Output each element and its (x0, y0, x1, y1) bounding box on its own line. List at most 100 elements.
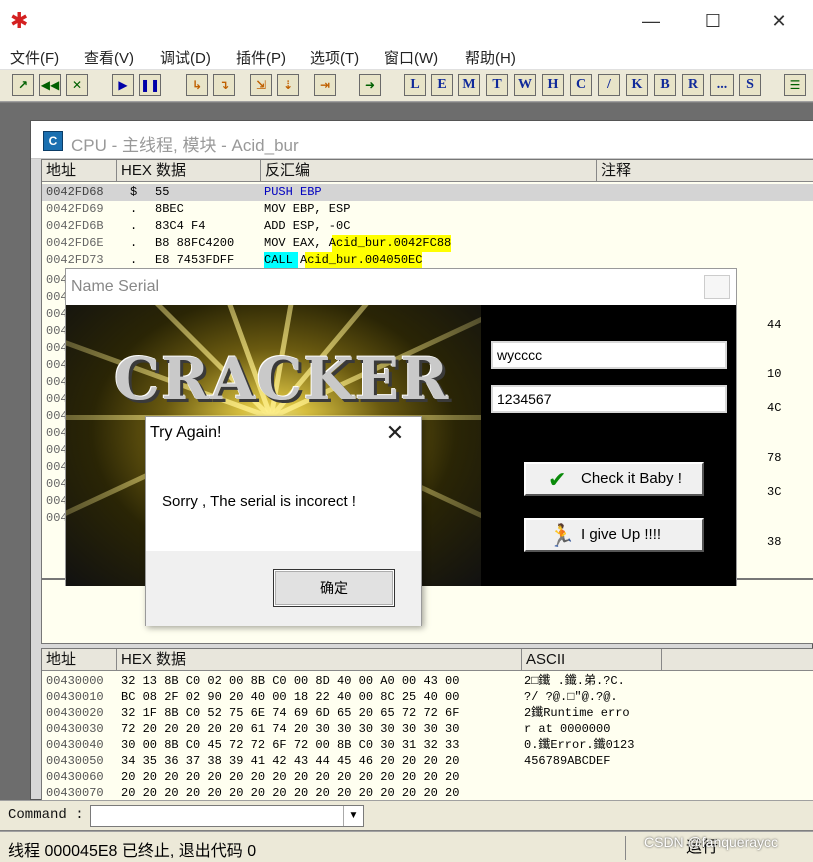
try-again-title: Try Again! (150, 424, 222, 441)
cpu-button[interactable]: C (570, 74, 592, 96)
name-serial-panel: ✔ Check it Baby ! 🏃 I give Up !!!! (481, 305, 736, 586)
executables-button[interactable]: E (431, 74, 453, 96)
step-over-icon[interactable]: ↴ (213, 74, 235, 96)
watermark: CSDN @fanqueraycc (644, 834, 779, 850)
patches-button[interactable]: / (598, 74, 620, 96)
call-stack-button[interactable]: K (626, 74, 648, 96)
run-trace-button[interactable]: ... (710, 74, 734, 96)
col-header-comment[interactable]: 注释 (597, 160, 813, 182)
references-button[interactable]: R (682, 74, 704, 96)
dump-address: 00430000 (46, 674, 104, 688)
windows-button[interactable]: W (514, 74, 536, 96)
dump-hex: 34 35 36 37 38 39 41 42 43 44 45 46 20 2… (121, 754, 460, 768)
chevron-down-icon[interactable]: ▼ (343, 806, 363, 826)
trace-over-icon[interactable]: ⇣ (277, 74, 299, 96)
log-window-button[interactable]: L (404, 74, 426, 96)
dump-hex: 20 20 20 20 20 20 20 20 20 20 20 20 20 2… (121, 770, 460, 784)
breakpoints-button[interactable]: B (654, 74, 676, 96)
trace-into-icon[interactable]: ⇲ (250, 74, 272, 96)
cpu-title-bar: C CPU - 主线程, 模块 - Acid_bur (31, 121, 813, 159)
ok-button[interactable]: 确定 (273, 569, 395, 607)
dump-ascii: ?/ ?@.□"@.?@. (524, 690, 618, 704)
comment-fragment: 44 (767, 318, 782, 332)
dump-hex: 32 1F 8B C0 52 75 6E 74 69 6D 65 20 65 7… (121, 706, 460, 720)
dump-address: 00430070 (46, 786, 104, 800)
dump-row[interactable]: 00430060 20 20 20 20 20 20 20 20 20 20 20… (42, 769, 813, 785)
menu-window[interactable]: 窗口(W) (384, 47, 438, 68)
dump-hex: 72 20 20 20 20 20 61 74 20 30 30 30 30 3… (121, 722, 460, 736)
serial-input[interactable] (491, 385, 727, 413)
running-man-icon: 🏃 (548, 523, 576, 548)
cpu-icon: C (43, 131, 63, 151)
dump-row[interactable]: 00430070 20 20 20 20 20 20 20 20 20 20 20… (42, 785, 813, 800)
comment-fragment: 4C (767, 401, 782, 415)
dump-header-ascii[interactable]: ASCII (522, 649, 662, 671)
pause-icon[interactable]: ❚❚ (139, 74, 161, 96)
dump-pane[interactable]: 地址 HEX 数据 ASCII 00430000 32 13 8B C0 02 0… (41, 648, 813, 801)
close-button[interactable]: ✕ (756, 6, 802, 36)
dump-row[interactable]: 00430040 30 00 8B C0 45 72 72 6F 72 00 8B… (42, 737, 813, 753)
dump-hex: 32 13 8B C0 02 00 8B C0 00 8D 40 00 A0 0… (121, 674, 460, 688)
execute-till-return-icon[interactable]: ⇥ (314, 74, 336, 96)
step-into-icon[interactable]: ↳ (186, 74, 208, 96)
maximize-button[interactable]: ☐ (690, 6, 736, 36)
memory-map-button[interactable]: M (458, 74, 480, 96)
close-program-icon[interactable]: ✕ (66, 74, 88, 96)
menu-options[interactable]: 选项(T) (310, 47, 359, 68)
check-it-baby-button[interactable]: ✔ Check it Baby ! (524, 462, 704, 496)
dump-hex: BC 08 2F 02 90 20 40 00 18 22 40 00 8C 2… (121, 690, 460, 704)
dump-ascii: 2□鑯 .鑯.弟.?C. (524, 674, 625, 688)
threads-button[interactable]: T (486, 74, 508, 96)
name-serial-title-bar: Name Serial (66, 269, 736, 305)
dump-row[interactable]: 00430020 32 1F 8B C0 52 75 6E 74 69 6D 65… (42, 705, 813, 721)
dump-header-empty (662, 649, 813, 671)
run-icon[interactable]: ▶ (112, 74, 134, 96)
menu-bar: 文件(F) 查看(V) 调试(D) 插件(P) 选项(T) 窗口(W) 帮助(H… (0, 42, 813, 70)
command-label: Command : (8, 807, 84, 823)
dump-address: 00430060 (46, 770, 104, 784)
goto-icon[interactable]: ➜ (359, 74, 381, 96)
list-icon[interactable]: ☰ (784, 74, 806, 96)
disasm-row[interactable]: 0042FD73. E8 7453FDFF CALL Acid_bur.004050… (42, 252, 813, 269)
status-text: 线程 000045E8 已终止, 退出代码 0 (8, 843, 257, 860)
i-give-up-button[interactable]: 🏃 I give Up !!!! (524, 518, 704, 552)
disasm-row[interactable]: 0042FD68 $55 PUSH EBP (42, 184, 813, 201)
comment-fragment: 10 (767, 367, 782, 381)
dump-header-hex[interactable]: HEX 数据 (117, 649, 522, 671)
dump-address: 00430010 (46, 690, 104, 704)
menu-help[interactable]: 帮助(H) (465, 47, 516, 68)
dump-row[interactable]: 00430000 32 13 8B C0 02 00 8B C0 00 8D 40… (42, 673, 813, 689)
name-serial-close-button[interactable] (704, 275, 730, 299)
close-icon[interactable]: ✕ (383, 421, 407, 445)
dump-header-address[interactable]: 地址 (42, 649, 117, 671)
command-input[interactable]: ▼ (90, 805, 364, 827)
dump-row[interactable]: 00430030 72 20 20 20 20 20 61 74 20 30 30… (42, 721, 813, 737)
bug-icon: ✱ (10, 8, 29, 33)
comment-fragment: 3C (767, 485, 782, 499)
disasm-row[interactable]: 0042FD6B. 83C4 F4 ADD ESP, -0C (42, 218, 813, 235)
dump-ascii: 456789ABCDEF (524, 754, 611, 768)
menu-file[interactable]: 文件(F) (10, 47, 59, 68)
dump-row[interactable]: 00430010 BC 08 2F 02 90 20 40 00 18 22 40… (42, 689, 813, 705)
open-icon[interactable]: ↗ (12, 74, 34, 96)
try-again-dialog: Try Again! ✕ Sorry , The serial is incor… (145, 416, 422, 626)
title-bar: ✱ — ☐ ✕ (0, 0, 813, 42)
disasm-row[interactable]: 0042FD69. 8BEC MOV EBP, ESP (42, 201, 813, 218)
menu-view[interactable]: 查看(V) (84, 47, 134, 68)
menu-plugins[interactable]: 插件(P) (236, 47, 286, 68)
col-header-hex[interactable]: HEX 数据 (117, 160, 261, 182)
minimize-button[interactable]: — (628, 6, 674, 36)
menu-debug[interactable]: 调试(D) (160, 47, 211, 68)
cracker-logo: CRACKER (114, 345, 450, 413)
handles-button[interactable]: H (542, 74, 564, 96)
source-button[interactable]: S (739, 74, 761, 96)
col-header-address[interactable]: 地址 (42, 160, 117, 182)
col-header-disasm[interactable]: 反汇编 (261, 160, 597, 182)
comment-fragment: 38 (767, 535, 782, 549)
dump-row[interactable]: 00430050 34 35 36 37 38 39 41 42 43 44 45… (42, 753, 813, 769)
check-button-label: Check it Baby ! (581, 470, 682, 487)
restart-icon[interactable]: ◀◀ (39, 74, 61, 96)
dump-ascii: 2鑯Runtime erro (524, 706, 630, 720)
disasm-row[interactable]: 0042FD6E. B8 88FC4200 MOV EAX, Acid_bur.00… (42, 235, 813, 252)
name-input[interactable] (491, 341, 727, 369)
